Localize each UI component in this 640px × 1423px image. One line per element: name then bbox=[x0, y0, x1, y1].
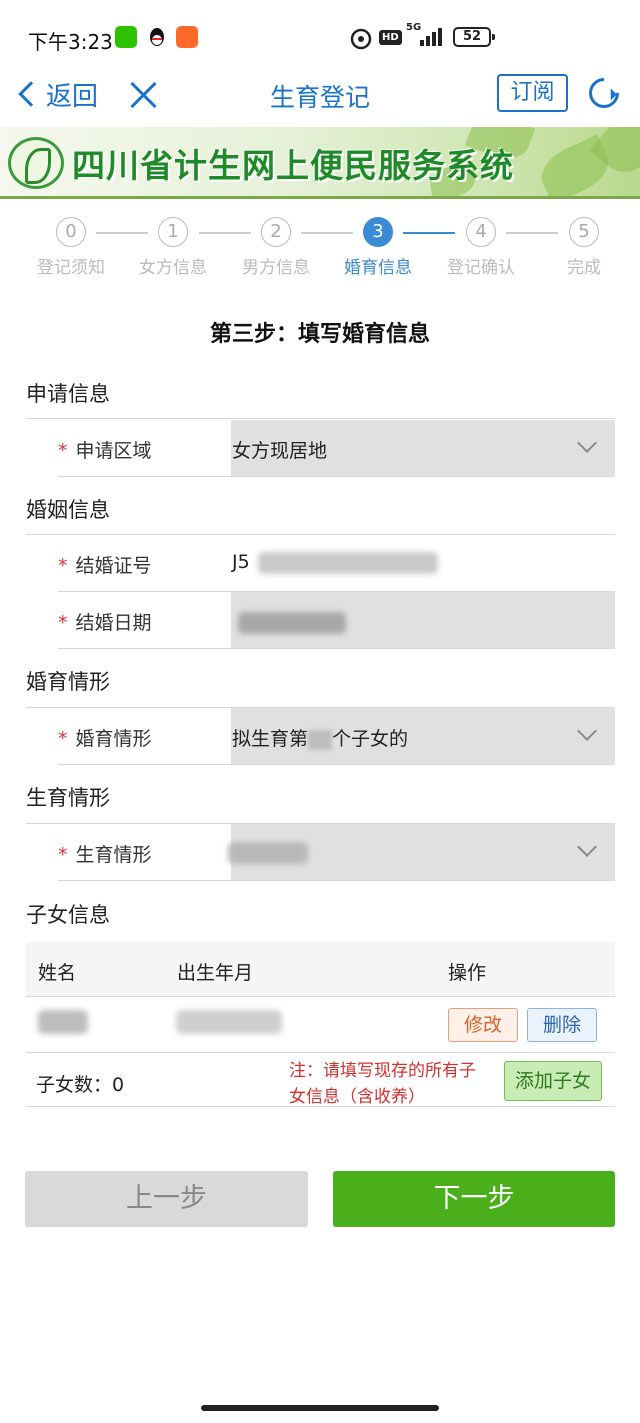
step-5: 5 完成 bbox=[539, 217, 629, 278]
step-label: 登记确认 bbox=[447, 258, 515, 278]
step-number: 0 bbox=[56, 217, 86, 247]
step-3: 3 婚育信息 bbox=[333, 217, 423, 278]
col-name: 姓名 bbox=[38, 962, 77, 984]
qq-icon bbox=[146, 26, 168, 48]
situation-value: 拟生育第 个子女的 bbox=[232, 728, 409, 750]
children-table-header bbox=[26, 942, 615, 996]
divider bbox=[58, 648, 615, 649]
battery-icon: 52 bbox=[453, 27, 495, 47]
step-2: 2 男方信息 bbox=[231, 217, 321, 278]
section-title-apply: 申请信息 bbox=[26, 382, 110, 406]
step-number: 4 bbox=[466, 217, 496, 247]
section-title-birth: 生育情形 bbox=[26, 786, 110, 810]
marriage-cert-input[interactable]: J5 bbox=[232, 551, 250, 573]
step-label: 女方信息 bbox=[139, 258, 207, 278]
children-note: 注：请填写现存的所有子女信息（含收养） bbox=[289, 1061, 476, 1107]
delete-child-button[interactable]: 删除 bbox=[527, 1008, 597, 1042]
step-4: 4 登记确认 bbox=[436, 217, 526, 278]
section-title-children: 子女信息 bbox=[26, 903, 110, 927]
alarm-icon bbox=[349, 26, 373, 54]
apply-area-label: * 申请区域 bbox=[58, 440, 152, 462]
step-label: 登记须知 bbox=[37, 258, 105, 278]
hd-icon: HD bbox=[379, 30, 402, 45]
divider bbox=[26, 1052, 615, 1053]
site-banner: 四川省计生网上便民服务系统 bbox=[0, 127, 640, 199]
divider bbox=[58, 476, 615, 477]
home-indicator[interactable] bbox=[201, 1405, 439, 1411]
marriage-cert-label: * 结婚证号 bbox=[58, 555, 152, 577]
step-number: 5 bbox=[569, 217, 599, 247]
step-number: 3 bbox=[363, 217, 393, 247]
birth-situation-label: * 生育情形 bbox=[58, 844, 152, 866]
prev-step-button[interactable]: 上一步 bbox=[25, 1171, 308, 1227]
step-1: 1 女方信息 bbox=[128, 217, 218, 278]
banner-title: 四川省计生网上便民服务系统 bbox=[72, 146, 514, 185]
col-birth: 出生年月 bbox=[177, 962, 254, 984]
marriage-date-label: * 结婚日期 bbox=[58, 612, 152, 634]
divider bbox=[58, 880, 615, 881]
redacted-child-birth bbox=[176, 1010, 282, 1034]
divider bbox=[26, 996, 615, 997]
apply-area-value: 女方现居地 bbox=[232, 440, 328, 462]
step-label: 男方信息 bbox=[242, 258, 310, 278]
subscribe-button[interactable]: 订阅 bbox=[497, 74, 568, 112]
redacted-cert-number bbox=[258, 552, 438, 574]
divider bbox=[26, 418, 615, 419]
col-action: 操作 bbox=[448, 962, 487, 984]
signal-icon bbox=[420, 26, 442, 46]
divider bbox=[58, 764, 615, 765]
situation-label: * 婚育情形 bbox=[58, 728, 152, 750]
children-count: 子女数：0 bbox=[36, 1074, 125, 1096]
divider bbox=[26, 534, 615, 535]
status-bar: 下午3:23 HD 5G 52 bbox=[0, 0, 640, 70]
step-heading: 第三步：填写婚育信息 bbox=[209, 322, 430, 347]
redacted-child-name bbox=[38, 1010, 88, 1034]
edit-child-button[interactable]: 修改 bbox=[448, 1008, 518, 1042]
divider bbox=[26, 1106, 615, 1107]
step-label: 婚育信息 bbox=[344, 258, 412, 278]
redacted-marriage-date bbox=[238, 612, 346, 634]
wechat-icon bbox=[115, 26, 137, 48]
section-title-marriage: 婚姻信息 bbox=[26, 498, 110, 522]
next-step-button[interactable]: 下一步 bbox=[333, 1171, 615, 1227]
redacted-birth-situation bbox=[228, 842, 308, 864]
nav-bar: 返回 生育登记 订阅 bbox=[0, 70, 640, 126]
step-indicator: 0 登记须知 1 女方信息 2 男方信息 3 婚育信息 4 登记确认 5 完成 bbox=[0, 217, 640, 287]
step-0: 0 登记须知 bbox=[26, 217, 116, 278]
step-number: 1 bbox=[158, 217, 188, 247]
section-title-situation: 婚育情形 bbox=[26, 670, 110, 694]
step-number: 2 bbox=[261, 217, 291, 247]
status-time: 下午3:23 bbox=[28, 30, 113, 54]
redacted-number bbox=[308, 729, 333, 750]
network-type: 5G bbox=[406, 22, 422, 33]
site-logo-icon bbox=[8, 137, 64, 189]
step-label: 完成 bbox=[567, 258, 601, 278]
taobao-icon bbox=[176, 26, 198, 48]
add-child-button[interactable]: 添加子女 bbox=[504, 1061, 602, 1101]
